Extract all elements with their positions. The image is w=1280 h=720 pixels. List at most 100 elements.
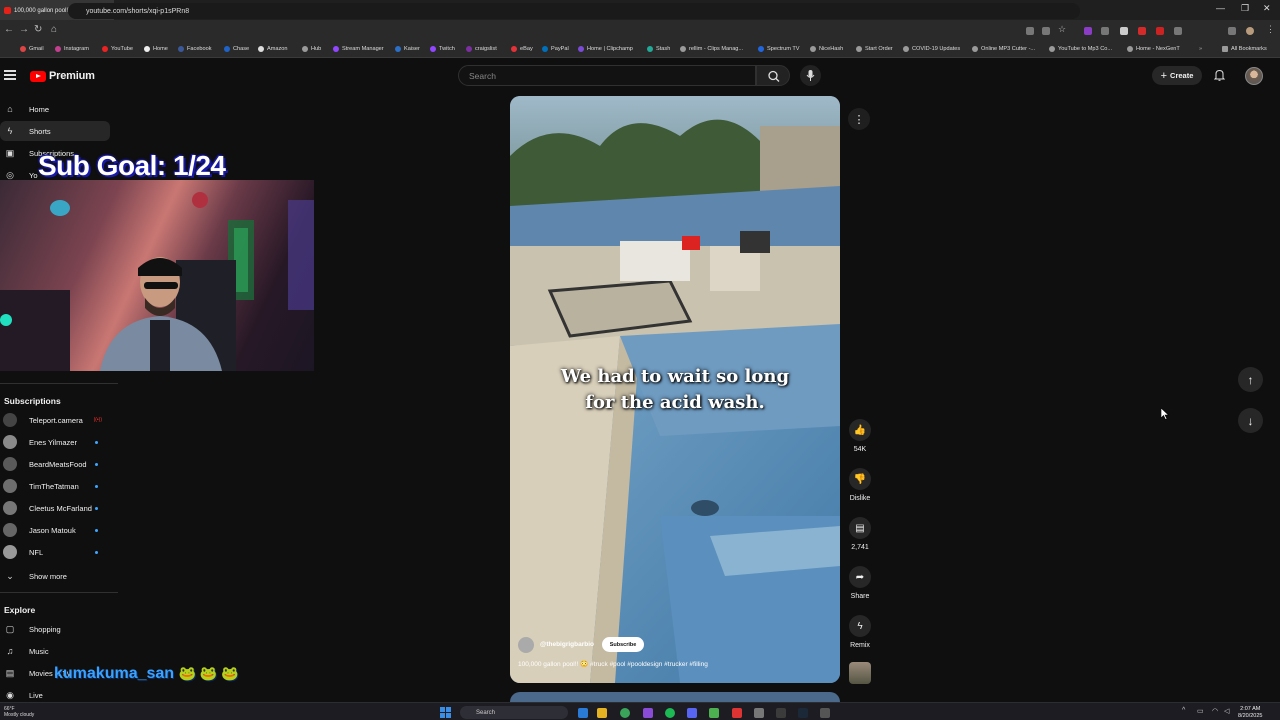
subscription-channel[interactable]: Jason Matouk: [0, 521, 110, 539]
channel-avatar[interactable]: [518, 637, 534, 653]
bookmark-item[interactable]: Hub: [302, 46, 321, 52]
maximize-icon[interactable]: ❐: [1241, 3, 1249, 14]
chrome-icon[interactable]: [620, 708, 630, 718]
bookmark-item[interactable]: Kaiser: [395, 46, 420, 52]
previous-short-button[interactable]: ↑: [1238, 367, 1263, 392]
forward-icon[interactable]: →: [19, 24, 29, 35]
bookmark-item[interactable]: NiceHash: [810, 46, 843, 52]
tray-icon[interactable]: ▭: [1197, 707, 1204, 715]
subscription-channel[interactable]: TimTheTatman: [0, 477, 110, 495]
taskbar-search[interactable]: Search: [460, 706, 568, 719]
taskbar-app-icon[interactable]: [709, 708, 719, 718]
bookmark-item[interactable]: COVID-19 Updates: [903, 46, 960, 52]
account-avatar[interactable]: [1245, 67, 1263, 85]
video-description[interactable]: 100,000 gallon pool!! 😳 #truck #pool #po…: [518, 660, 708, 668]
sidepanel-icon[interactable]: [1228, 27, 1236, 35]
show-more-button[interactable]: ⌄ Show more: [0, 566, 110, 586]
sidebar-item-shopping[interactable]: ▢ Shopping: [0, 619, 110, 639]
minimize-icon[interactable]: —: [1216, 3, 1225, 13]
profile-icon[interactable]: [1246, 27, 1254, 35]
steam-icon[interactable]: [798, 708, 808, 718]
zoom-icon[interactable]: [1042, 27, 1050, 35]
share-button[interactable]: ➦ Share: [848, 566, 872, 600]
bookmark-item[interactable]: eBay: [511, 46, 533, 52]
next-short-button[interactable]: ↓: [1238, 408, 1263, 433]
taskbar-app-icon[interactable]: [732, 708, 742, 718]
bookmark-item[interactable]: Stash: [647, 46, 670, 52]
bookmark-item[interactable]: Chase: [224, 46, 249, 52]
weather-widget[interactable]: 66°F Mostly cloudy: [4, 706, 34, 718]
subscription-channel[interactable]: NFL: [0, 543, 110, 561]
create-button[interactable]: + Create: [1152, 66, 1202, 85]
bookmark-item[interactable]: Online MP3 Cutter -...: [972, 46, 1035, 52]
more-bookmarks-icon[interactable]: »: [1199, 46, 1202, 52]
windows-start-icon[interactable]: [440, 707, 451, 718]
back-icon[interactable]: ←: [4, 24, 14, 35]
bookmark-item[interactable]: Home | Clipchamp: [578, 46, 633, 52]
bookmark-item[interactable]: Facebook: [178, 46, 212, 52]
bookmark-item[interactable]: Amazon: [258, 46, 288, 52]
extension-icon[interactable]: [1101, 27, 1109, 35]
youtube-premium-logo[interactable]: Premium: [30, 70, 95, 82]
spotify-icon[interactable]: [665, 708, 675, 718]
bookmark-item[interactable]: YouTube: [102, 46, 133, 52]
subscription-channel[interactable]: BeardMeatsFood: [0, 455, 110, 473]
taskbar-app-icon[interactable]: [578, 708, 588, 718]
hamburger-menu-icon[interactable]: [4, 70, 16, 80]
taskbar-app-icon[interactable]: [820, 708, 830, 718]
home-icon[interactable]: ⌂: [51, 24, 57, 35]
pdf-icon[interactable]: [1156, 27, 1164, 35]
voice-search-button[interactable]: [800, 65, 821, 86]
sidebar-item-music[interactable]: ♫ Music: [0, 641, 110, 661]
sidebar-item-home[interactable]: ⌂ Home: [0, 99, 110, 119]
close-window-icon[interactable]: ✕: [1263, 3, 1271, 14]
puzzle-icon[interactable]: [1174, 27, 1182, 35]
subscription-channel[interactable]: Cleetus McFarland: [0, 499, 110, 517]
bookmark-item[interactable]: Gmail: [20, 46, 44, 52]
extension-icon[interactable]: [1084, 27, 1092, 35]
shorts-video-player[interactable]: We had to wait so long for the acid wash…: [510, 96, 840, 683]
comments-button[interactable]: ▤ 2,741: [848, 517, 872, 551]
extension-icon[interactable]: [1120, 27, 1128, 35]
tray-chevron-icon[interactable]: ^: [1182, 707, 1185, 714]
notifications-bell-icon[interactable]: [1213, 69, 1226, 84]
bookmark-item[interactable]: Home - NexGenT: [1127, 46, 1180, 52]
bookmark-item[interactable]: YouTube to Mp3 Co...: [1049, 46, 1112, 52]
bookmark-item[interactable]: Start Order: [856, 46, 893, 52]
extension-icon[interactable]: [1138, 27, 1146, 35]
sidebar-item-shorts[interactable]: ϟ Shorts: [0, 121, 110, 141]
taskbar-clock[interactable]: 2:07 AM 8/20/2025: [1238, 706, 1262, 719]
subscription-channel[interactable]: Teleport.camera ((•)): [0, 411, 110, 429]
subscribe-button[interactable]: Subscribe: [602, 637, 644, 652]
dislike-button[interactable]: 👎 Dislike: [848, 468, 872, 502]
search-button[interactable]: [756, 65, 790, 86]
all-bookmarks[interactable]: All Bookmarks: [1222, 46, 1267, 52]
bookmark-item[interactable]: Stream Manager: [333, 46, 384, 52]
star-icon[interactable]: ☆: [1058, 24, 1066, 34]
volume-icon[interactable]: ◁: [1224, 707, 1229, 715]
reload-icon[interactable]: ↻: [34, 24, 42, 35]
file-explorer-icon[interactable]: [597, 708, 607, 718]
channel-handle[interactable]: @thebigrigbarbio: [540, 641, 594, 648]
cast-icon[interactable]: [1026, 27, 1034, 35]
bookmark-item[interactable]: Spectrum TV: [758, 46, 800, 52]
like-button[interactable]: 👍 54K: [848, 419, 872, 453]
discord-icon[interactable]: [687, 708, 697, 718]
taskbar-app-icon[interactable]: [776, 708, 786, 718]
url-input[interactable]: youtube.com/shorts/xqi-p1sPRn8: [68, 3, 1080, 19]
taskbar-app-icon[interactable]: [754, 708, 764, 718]
taskbar-app-icon[interactable]: [643, 708, 653, 718]
bookmark-item[interactable]: Home: [144, 46, 168, 52]
search-input[interactable]: Search: [458, 65, 756, 86]
more-options-icon[interactable]: ⋮: [848, 108, 870, 130]
bookmark-item[interactable]: rellim - Clips Manag...: [680, 46, 743, 52]
remix-button[interactable]: ϟ Remix: [848, 615, 872, 649]
wifi-icon[interactable]: ◠: [1212, 707, 1218, 715]
bookmark-item[interactable]: Twitch: [430, 46, 455, 52]
bookmark-item[interactable]: Instagram: [55, 46, 89, 52]
bookmark-item[interactable]: craigslist: [466, 46, 497, 52]
menu-kebab-icon[interactable]: ⋮: [1266, 24, 1275, 34]
bookmark-item[interactable]: PayPal: [542, 46, 569, 52]
subscription-channel[interactable]: Enes Yilmazer: [0, 433, 110, 451]
sound-thumbnail[interactable]: [849, 662, 871, 684]
